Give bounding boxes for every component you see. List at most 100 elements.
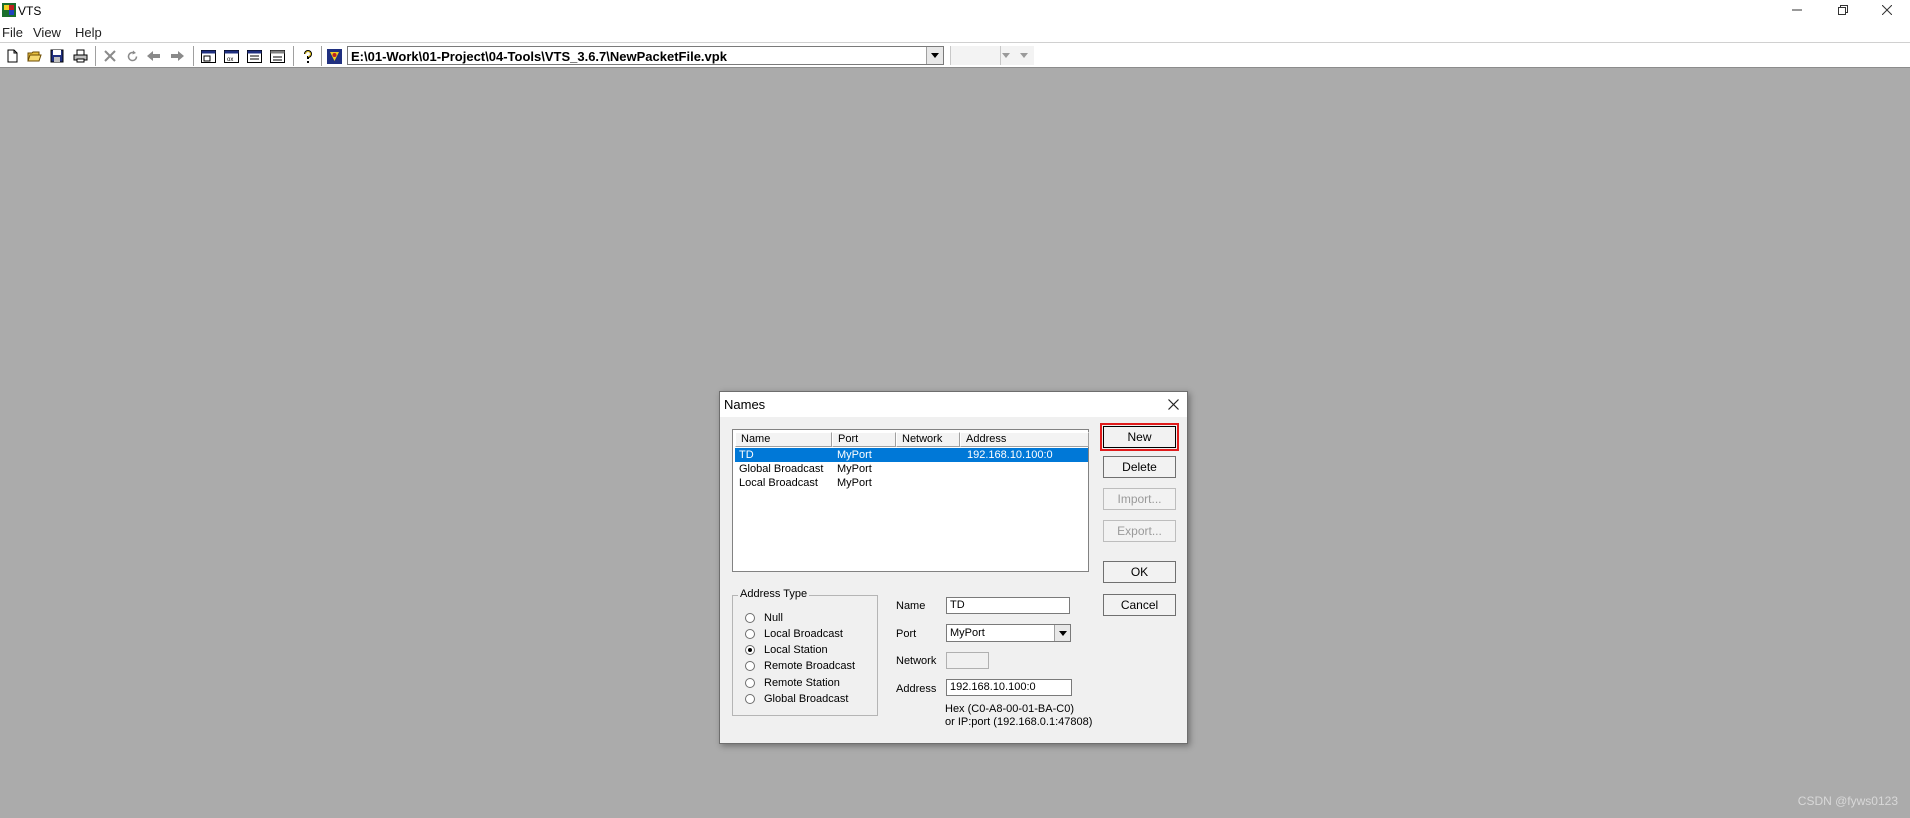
toolbar-separator [293,46,295,66]
address-hint-hex: Hex (C0-A8-00-01-BA-C0) [945,703,1074,715]
dialog-close-button[interactable] [1163,394,1183,414]
open-button[interactable] [25,47,43,65]
new-button[interactable]: New [1100,423,1179,451]
refresh-button[interactable] [123,47,141,65]
port-dropdown-button[interactable] [1054,625,1070,641]
name-field[interactable]: TD [946,597,1070,614]
window3-icon [246,49,262,63]
close-icon [1881,4,1893,16]
new-file-button[interactable] [3,47,21,65]
list-row-td[interactable]: TD MyPort 192.168.10.100:0 [735,448,1088,462]
restore-button[interactable] [1820,0,1866,22]
title-bar: VTS [0,0,1910,22]
network-label: Network [896,655,937,667]
back-button[interactable] [145,47,163,65]
file-path-dropdown-button[interactable] [926,47,943,64]
menu-bar: File View Help [0,22,1910,42]
list-row-global-broadcast[interactable]: Global Broadcast MyPort [735,462,1088,476]
import-button[interactable]: Import... [1103,488,1176,510]
dialog-title-bar: Names [720,392,1187,417]
svg-text:ox: ox [227,57,233,63]
menu-view[interactable]: View [33,25,61,40]
radio-button [745,694,755,704]
delete-button[interactable] [101,47,119,65]
address-type-group: Address Type Null Local Broadcast Local … [732,588,878,716]
radio-label: Local Broadcast [764,628,843,640]
column-header-address[interactable]: Address [960,432,1089,447]
toolbar: ox E:\01-Work\01-Project\04-Tools\VTS_3.… [0,42,1910,68]
address-type-label: Address Type [738,588,810,600]
ok-button[interactable]: OK [1103,561,1176,583]
window4-button[interactable] [268,47,286,65]
toolbar-separator [321,46,323,66]
window1-button[interactable] [199,47,217,65]
save-icon [50,49,64,63]
names-dialog: Names Name Port Network Address TD MyPor… [719,391,1188,744]
name-label: Name [896,600,926,612]
row-port: MyPort [837,449,872,461]
print-button[interactable] [71,47,89,65]
column-header-name[interactable]: Name [735,432,832,447]
address-field[interactable]: 192.168.10.100:0 [946,679,1072,696]
back-icon [147,51,160,61]
column-header-network[interactable]: Network [896,432,960,447]
chevron-down-icon [1020,53,1028,58]
cancel-button[interactable]: Cancel [1103,594,1176,616]
radio-button [745,661,755,671]
menu-file[interactable]: File [2,25,23,40]
file-path-combo[interactable]: E:\01-Work\01-Project\04-Tools\VTS_3.6.7… [347,46,944,65]
print-icon [73,49,87,63]
close-button[interactable] [1864,0,1910,22]
radio-button [745,613,755,623]
export-button[interactable]: Export... [1103,520,1176,542]
row-name: TD [739,449,754,461]
toolbar-separator [95,46,97,66]
network-field[interactable] [946,652,989,669]
new-file-icon [7,49,18,63]
port-select[interactable]: MyPort [946,624,1071,642]
toolbar-separator [193,46,195,66]
address-label: Address [896,683,937,695]
window-title: VTS [18,4,42,18]
address-hint-ip: or IP:port (192.168.0.1:47808) [945,716,1093,728]
window2-button[interactable]: ox [222,47,240,65]
list-row-local-broadcast[interactable]: Local Broadcast MyPort [735,476,1088,490]
row-name: Local Broadcast [739,477,818,489]
radio-label: Null [764,612,783,624]
radio-label: Global Broadcast [764,693,849,705]
names-list[interactable]: Name Port Network Address TD MyPort 192.… [732,429,1089,572]
column-header-port[interactable]: Port [832,432,896,447]
menu-help[interactable]: Help [75,25,102,40]
open-folder-icon [26,51,42,62]
watermark: CSDN @fyws0123 [1797,794,1898,808]
row-address: 192.168.10.100:0 [967,449,1053,461]
window1-icon [200,49,216,63]
radio-label: Remote Broadcast [764,660,856,672]
radio-button-selected [745,645,755,655]
minimize-button[interactable] [1774,0,1820,22]
vts-logo-icon [326,48,342,64]
help-icon [304,49,312,63]
close-icon [1167,398,1179,410]
minimize-icon [1792,9,1802,11]
save-button[interactable] [48,47,66,65]
chevron-down-icon [931,53,939,58]
window3-button[interactable] [245,47,263,65]
vts-logo-button[interactable] [325,47,343,65]
port-value: MyPort [950,627,985,639]
port-label: Port [896,628,917,640]
refresh-icon [127,50,137,61]
row-port: MyPort [837,463,872,475]
file-path-text: E:\01-Work\01-Project\04-Tools\VTS_3.6.7… [351,49,727,64]
forward-icon [171,51,184,61]
secondary-combo-2[interactable] [1000,46,1034,65]
forward-button[interactable] [168,47,186,65]
window4-icon [269,49,285,63]
dialog-title: Names [724,397,766,412]
radio-label: Remote Station [764,677,840,689]
delete-button[interactable]: Delete [1103,456,1176,478]
help-button[interactable] [299,47,317,65]
delete-icon [104,50,116,62]
radio-label: Local Station [764,644,828,656]
restore-icon [1838,5,1848,15]
